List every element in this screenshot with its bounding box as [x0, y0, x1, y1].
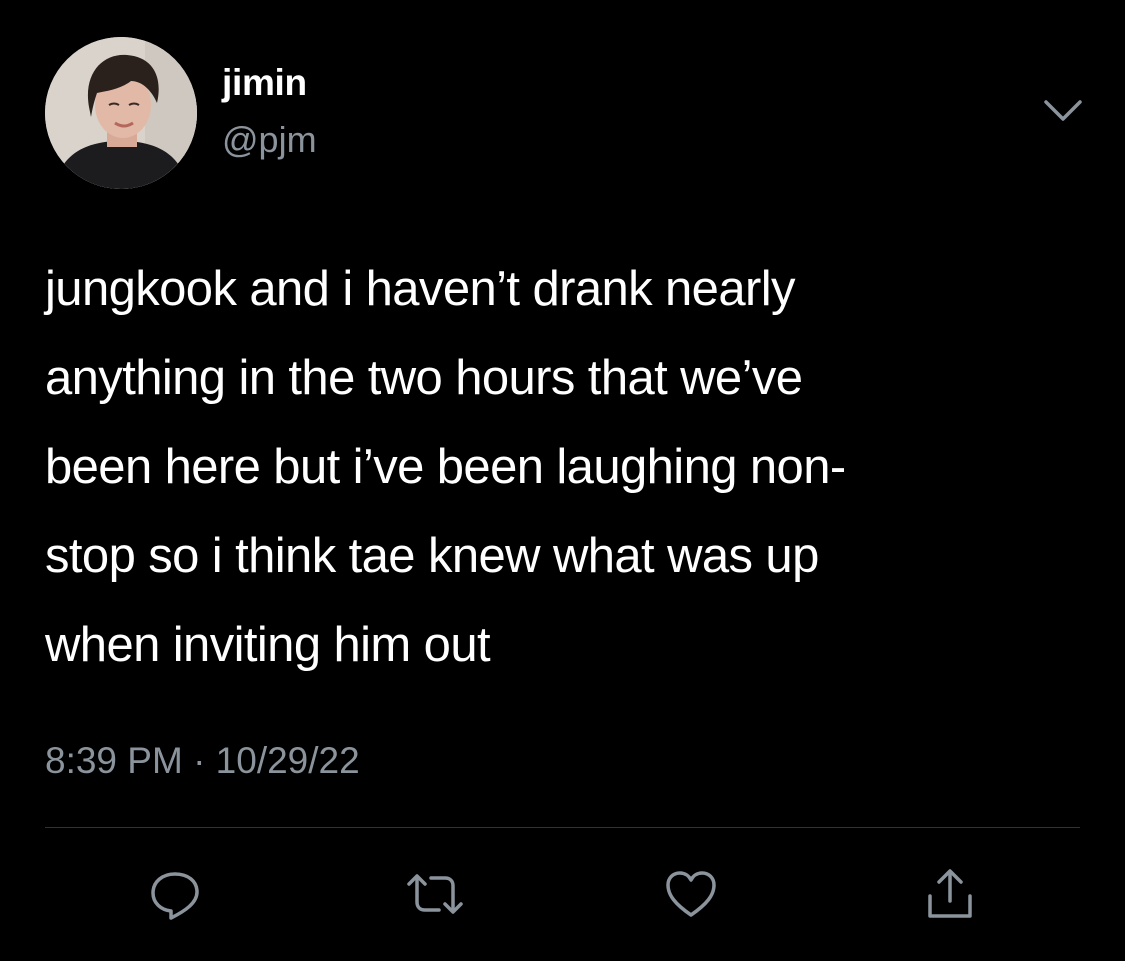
- chevron-down-icon[interactable]: [1042, 98, 1084, 124]
- user-handle[interactable]: @pjm: [222, 122, 317, 158]
- share-icon: [928, 869, 972, 918]
- tweet-timestamp[interactable]: 8:39 PM · 10/29/22: [45, 742, 360, 779]
- divider: [45, 827, 1080, 828]
- tweet-text: jungkook and i haven’t drank nearly anyt…: [45, 262, 846, 672]
- tweet: jimin @pjm jungkook and i haven’t drank …: [0, 0, 1125, 961]
- reply-icon: [151, 872, 199, 920]
- like-button[interactable]: [661, 864, 721, 924]
- display-name[interactable]: jimin: [222, 64, 307, 101]
- avatar[interactable]: [45, 37, 197, 189]
- reply-button[interactable]: [145, 864, 205, 924]
- avatar-photo: [45, 37, 197, 189]
- retweet-icon: [407, 874, 463, 914]
- like-icon: [666, 871, 716, 917]
- share-button[interactable]: [920, 864, 980, 924]
- retweet-button[interactable]: [405, 864, 465, 924]
